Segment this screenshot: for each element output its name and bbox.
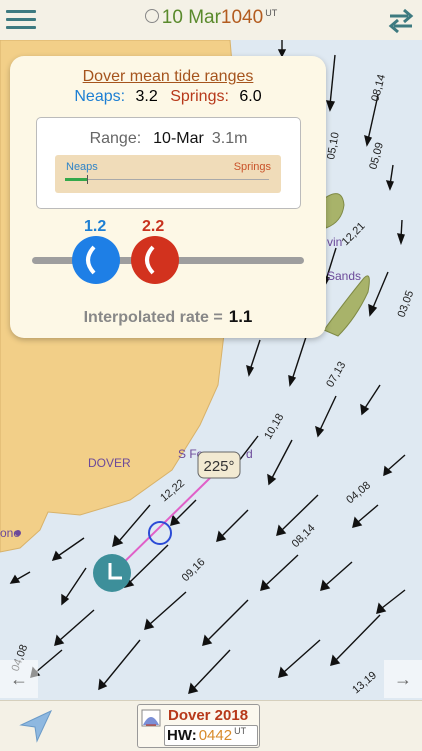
svg-text:Sands: Sands xyxy=(327,269,361,283)
date-time-display[interactable]: 10 Mar1040 UT xyxy=(0,7,422,29)
hw-label: HW: xyxy=(167,727,197,744)
springs-value: 6.0 xyxy=(239,88,262,105)
mean-ranges: Neaps: 3.2 Springs: 6.0 xyxy=(10,88,326,106)
neaps-rate-value: 1.2 xyxy=(84,218,107,235)
neaps-label: Neaps: xyxy=(74,88,126,105)
sync-icon[interactable] xyxy=(386,6,416,34)
range-scale: Neaps Springs xyxy=(55,155,281,193)
current-time: 1040 xyxy=(220,7,264,28)
range-value: 3.1m xyxy=(211,130,248,147)
springs-slider-knob[interactable] xyxy=(131,236,179,284)
range-label: Range: xyxy=(89,130,142,147)
neaps-value: 3.2 xyxy=(135,88,158,105)
high-water-time: HW: 0442 UT xyxy=(164,725,258,746)
scale-track xyxy=(65,179,269,180)
next-arrow[interactable]: → xyxy=(384,660,422,698)
scale-springs-label: Springs xyxy=(233,161,271,173)
svg-text:d: d xyxy=(246,447,253,461)
svg-text:DOVER: DOVER xyxy=(88,456,131,470)
hw-time: 0442 xyxy=(198,727,233,744)
interpolated-rate: Interpolated rate = 1.1 xyxy=(10,307,326,327)
interpolated-value: 1.1 xyxy=(228,307,253,326)
svg-text:225°: 225° xyxy=(203,458,234,475)
port-selector[interactable]: Dover 2018 HW: 0442 UT xyxy=(137,704,260,748)
hw-zone: UT xyxy=(234,726,247,736)
time-zone: UT xyxy=(265,7,278,18)
range-row: Range: 10-Mar 3.1m xyxy=(37,130,300,148)
springs-rate-value: 2.2 xyxy=(142,218,165,235)
tide-graph-icon xyxy=(141,709,161,727)
range-card: Range: 10-Mar 3.1m Neaps Springs xyxy=(36,117,301,209)
port-name: Dover 2018 xyxy=(168,707,249,724)
location-arrow-icon[interactable] xyxy=(17,707,55,745)
previous-arrow[interactable]: ← xyxy=(0,660,38,698)
tide-range-popup: Dover mean tide ranges Neaps: 3.2 Spring… xyxy=(10,56,326,338)
range-date: 10-Mar xyxy=(153,130,204,147)
bottom-bar: Dover 2018 HW: 0442 UT xyxy=(0,700,422,751)
springs-label: Springs: xyxy=(170,88,229,105)
clock-icon xyxy=(144,9,159,23)
neaps-slider-knob[interactable] xyxy=(72,236,120,284)
top-bar: 10 Mar1040 UT xyxy=(0,0,422,41)
scale-marker xyxy=(87,175,88,184)
scale-progress xyxy=(65,178,87,181)
scale-neaps-label: Neaps xyxy=(66,161,98,173)
current-date: 10 Mar xyxy=(161,7,221,28)
tide-clock-icon[interactable] xyxy=(93,554,131,592)
interpolated-label: Interpolated rate = xyxy=(83,309,223,326)
bearing-label: 225° xyxy=(197,451,241,479)
svg-text:vin: vin xyxy=(327,235,342,249)
popup-title: Dover mean tide ranges xyxy=(82,68,254,85)
